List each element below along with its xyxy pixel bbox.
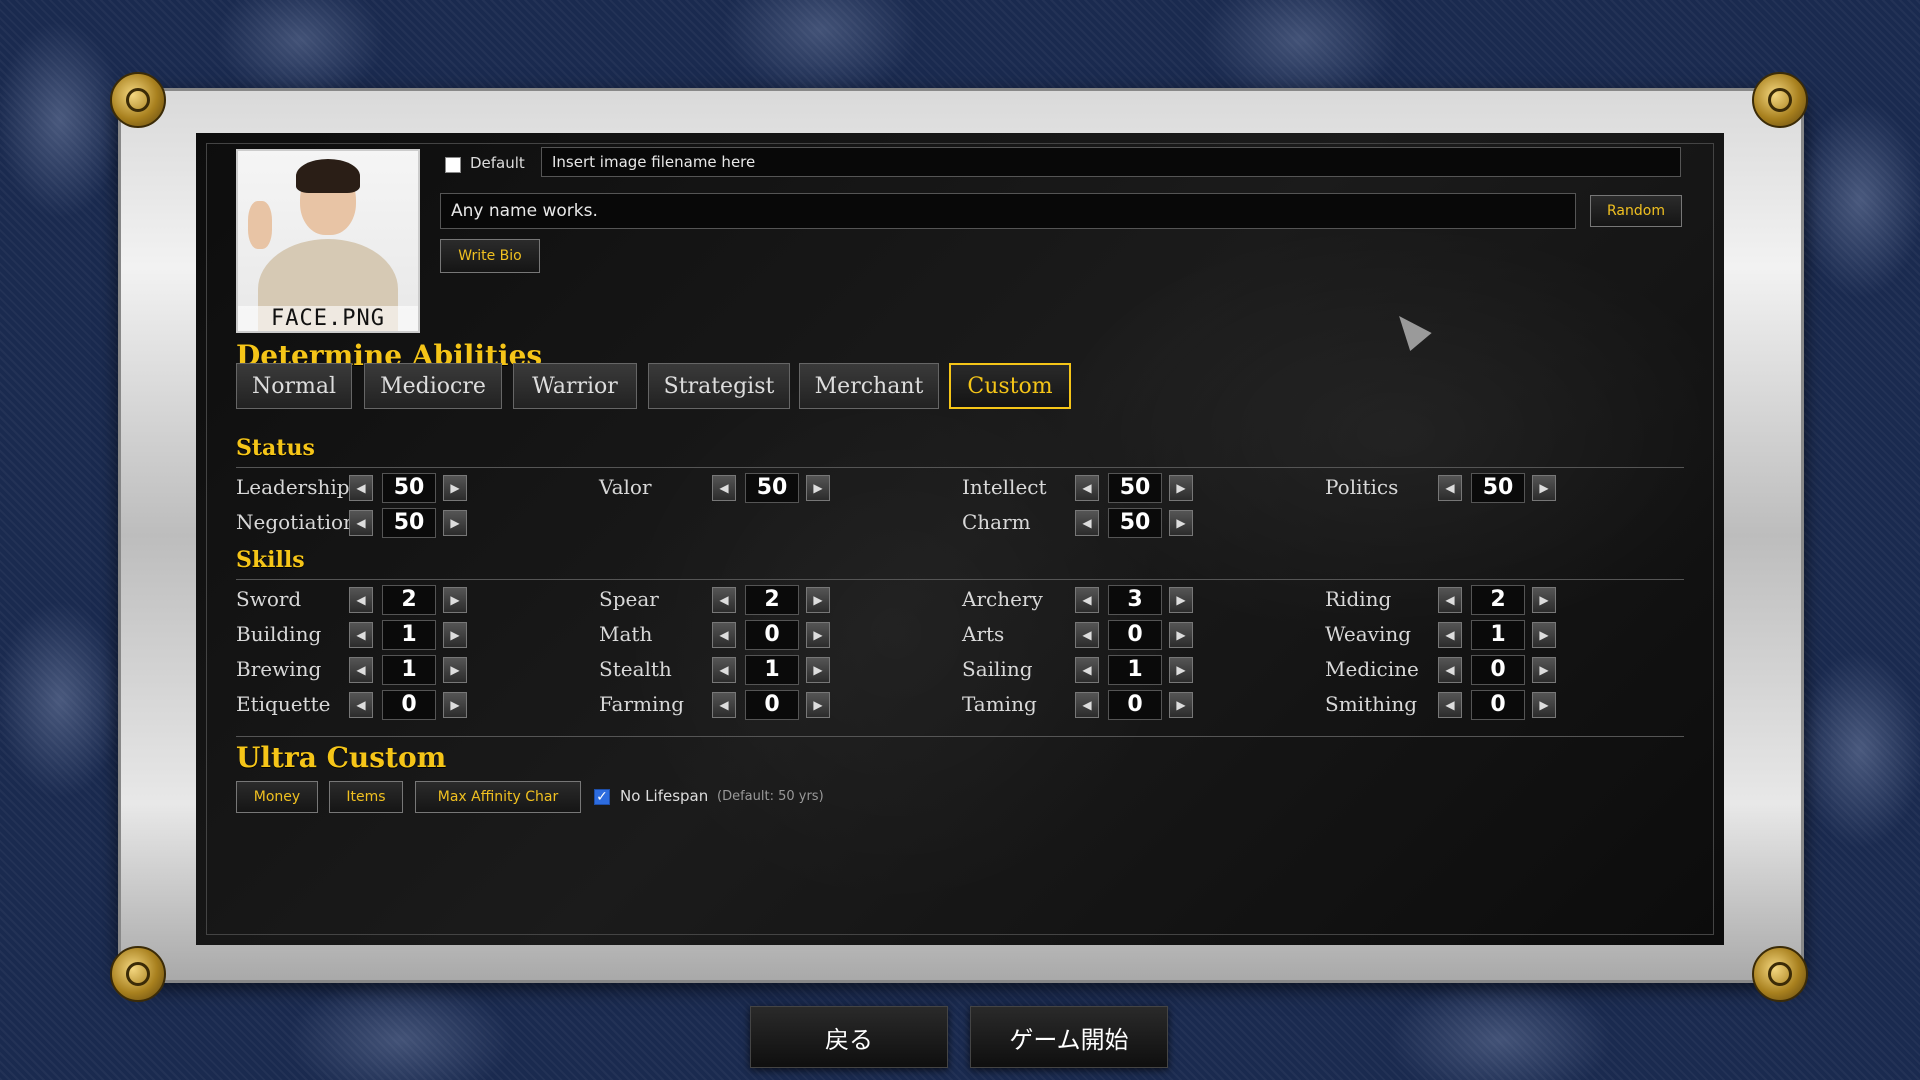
archery-value: 3 [1108, 585, 1162, 615]
skill-label-arts: Arts [962, 622, 1005, 646]
skill-label-taming: Taming [962, 692, 1037, 716]
sword-value: 2 [382, 585, 436, 615]
building-value: 1 [382, 620, 436, 650]
arts-value: 0 [1108, 620, 1162, 650]
smithing-value: 0 [1471, 690, 1525, 720]
etiquette-increase-button[interactable]: ▶ [443, 692, 467, 718]
skill-label-stealth: Stealth [599, 657, 672, 681]
arts-decrease-button[interactable]: ◀ [1075, 622, 1099, 648]
weaving-value: 1 [1471, 620, 1525, 650]
max-affinity-char-button[interactable]: Max Affinity Char [415, 781, 581, 813]
stealth-value: 1 [745, 655, 799, 685]
archery-decrease-button[interactable]: ◀ [1075, 587, 1099, 613]
building-decrease-button[interactable]: ◀ [349, 622, 373, 648]
riding-increase-button[interactable]: ▶ [1532, 587, 1556, 613]
sailing-value: 1 [1108, 655, 1162, 685]
skill-label-weaving: Weaving [1325, 622, 1412, 646]
skill-label-math: Math [599, 622, 653, 646]
skills-grid: Sword ◀ 2 ▶ Spear ◀ 2 ▶ Archery ◀ 3 ▶ Ri… [196, 133, 1724, 945]
skill-label-sword: Sword [236, 587, 302, 611]
no-lifespan-default-note: (Default: 50 yrs) [717, 789, 824, 804]
skill-label-etiquette: Etiquette [236, 692, 331, 716]
medicine-value: 0 [1471, 655, 1525, 685]
smithing-increase-button[interactable]: ▶ [1532, 692, 1556, 718]
sailing-decrease-button[interactable]: ◀ [1075, 657, 1099, 683]
character-creation-panel: FACE.PNG Default Insert image filename h… [196, 133, 1724, 945]
medicine-decrease-button[interactable]: ◀ [1438, 657, 1462, 683]
sword-increase-button[interactable]: ▶ [443, 587, 467, 613]
spear-decrease-button[interactable]: ◀ [712, 587, 736, 613]
money-button[interactable]: Money [236, 781, 318, 813]
etiquette-value: 0 [382, 690, 436, 720]
skill-label-archery: Archery [962, 587, 1043, 611]
smithing-decrease-button[interactable]: ◀ [1438, 692, 1462, 718]
brewing-decrease-button[interactable]: ◀ [349, 657, 373, 683]
farming-value: 0 [745, 690, 799, 720]
riding-decrease-button[interactable]: ◀ [1438, 587, 1462, 613]
corner-ornament-bottom-left [110, 946, 166, 1002]
no-lifespan-checkbox[interactable]: ✓ [594, 789, 610, 805]
weaving-decrease-button[interactable]: ◀ [1438, 622, 1462, 648]
taming-value: 0 [1108, 690, 1162, 720]
farming-decrease-button[interactable]: ◀ [712, 692, 736, 718]
corner-ornament-top-right [1752, 72, 1808, 128]
math-decrease-button[interactable]: ◀ [712, 622, 736, 648]
arts-increase-button[interactable]: ▶ [1169, 622, 1193, 648]
skill-label-spear: Spear [599, 587, 659, 611]
math-increase-button[interactable]: ▶ [806, 622, 830, 648]
ultra-divider [236, 736, 1684, 737]
skill-label-sailing: Sailing [962, 657, 1033, 681]
farming-increase-button[interactable]: ▶ [806, 692, 830, 718]
sword-decrease-button[interactable]: ◀ [349, 587, 373, 613]
taming-increase-button[interactable]: ▶ [1169, 692, 1193, 718]
skill-label-medicine: Medicine [1325, 657, 1419, 681]
corner-ornament-top-left [110, 72, 166, 128]
building-increase-button[interactable]: ▶ [443, 622, 467, 648]
stealth-increase-button[interactable]: ▶ [806, 657, 830, 683]
skill-label-riding: Riding [1325, 587, 1392, 611]
brewing-value: 1 [382, 655, 436, 685]
archery-increase-button[interactable]: ▶ [1169, 587, 1193, 613]
corner-ornament-bottom-right [1752, 946, 1808, 1002]
skill-label-smithing: Smithing [1325, 692, 1418, 716]
etiquette-decrease-button[interactable]: ◀ [349, 692, 373, 718]
math-value: 0 [745, 620, 799, 650]
skill-label-farming: Farming [599, 692, 685, 716]
spear-value: 2 [745, 585, 799, 615]
weaving-increase-button[interactable]: ▶ [1532, 622, 1556, 648]
sailing-increase-button[interactable]: ▶ [1169, 657, 1193, 683]
medicine-increase-button[interactable]: ▶ [1532, 657, 1556, 683]
taming-decrease-button[interactable]: ◀ [1075, 692, 1099, 718]
skill-label-brewing: Brewing [236, 657, 322, 681]
riding-value: 2 [1471, 585, 1525, 615]
start-game-button[interactable]: ゲーム開始 [970, 1006, 1168, 1068]
ultra-custom-heading: Ultra Custom [236, 741, 447, 774]
no-lifespan-label: No Lifespan [620, 787, 709, 805]
back-button[interactable]: 戻る [750, 1006, 948, 1068]
spear-increase-button[interactable]: ▶ [806, 587, 830, 613]
items-button[interactable]: Items [329, 781, 403, 813]
brewing-increase-button[interactable]: ▶ [443, 657, 467, 683]
skill-label-building: Building [236, 622, 322, 646]
stealth-decrease-button[interactable]: ◀ [712, 657, 736, 683]
